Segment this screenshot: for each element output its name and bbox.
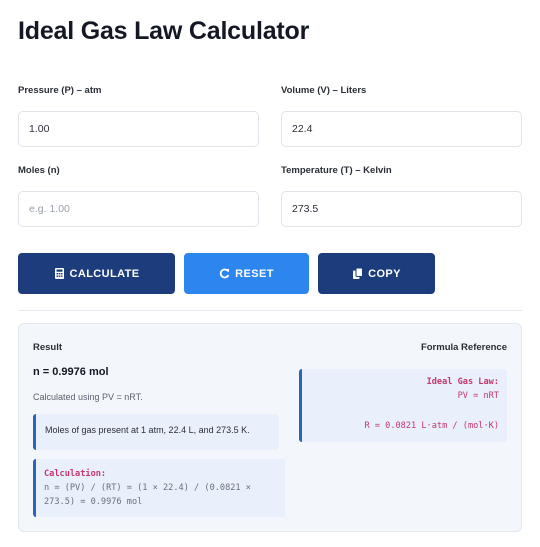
temperature-label: Temperature (T) – Kelvin <box>281 165 392 176</box>
reset-button[interactable]: RESET <box>184 253 309 294</box>
divider <box>18 310 522 311</box>
calculator-icon <box>54 268 65 279</box>
volume-label: Volume (V) – Liters <box>281 85 367 96</box>
calculation-line-1: n = (PV) / (RT) = (1 × 22.4) / (0.0821 × <box>44 483 251 493</box>
formula-equation: PV = nRT <box>457 391 499 401</box>
copy-button[interactable]: COPY <box>318 253 435 294</box>
pressure-input[interactable]: 1.00 <box>18 111 259 147</box>
page-title: Ideal Gas Law Calculator <box>18 17 310 45</box>
calculate-label: CALCULATE <box>69 267 140 280</box>
pressure-label: Pressure (P) – atm <box>18 85 102 96</box>
calculation-line-2: 273.5) = 0.9976 mol <box>44 497 143 507</box>
formula-constant: R = 0.0821 L·atm / (mol·K) <box>364 421 499 431</box>
volume-input[interactable]: 22.4 <box>281 111 522 147</box>
formula-reference-heading: Formula Reference <box>420 342 507 353</box>
temperature-input[interactable]: 273.5 <box>281 191 522 227</box>
result-method: Calculated using PV = nRT. <box>33 392 143 402</box>
calculation-title: Calculation: <box>44 469 107 479</box>
moles-label: Moles (n) <box>18 165 60 176</box>
result-note: Moles of gas present at 1 atm, 22.4 L, a… <box>33 414 279 450</box>
copy-icon <box>352 268 363 279</box>
refresh-icon <box>219 268 230 279</box>
result-heading: Result <box>33 342 63 353</box>
moles-input[interactable]: e.g. 1.00 <box>18 191 259 227</box>
reset-label: RESET <box>235 267 274 280</box>
result-value: n = 0.9976 mol <box>33 366 109 378</box>
calculation-block: Calculation: n = (PV) / (RT) = (1 × 22.4… <box>33 459 285 517</box>
formula-title: Ideal Gas Law: <box>426 377 499 387</box>
calculate-button[interactable]: CALCULATE <box>18 253 175 294</box>
copy-label: COPY <box>368 267 401 280</box>
formula-reference-block: Ideal Gas Law: PV = nRT R = 0.0821 L·atm… <box>299 369 507 442</box>
